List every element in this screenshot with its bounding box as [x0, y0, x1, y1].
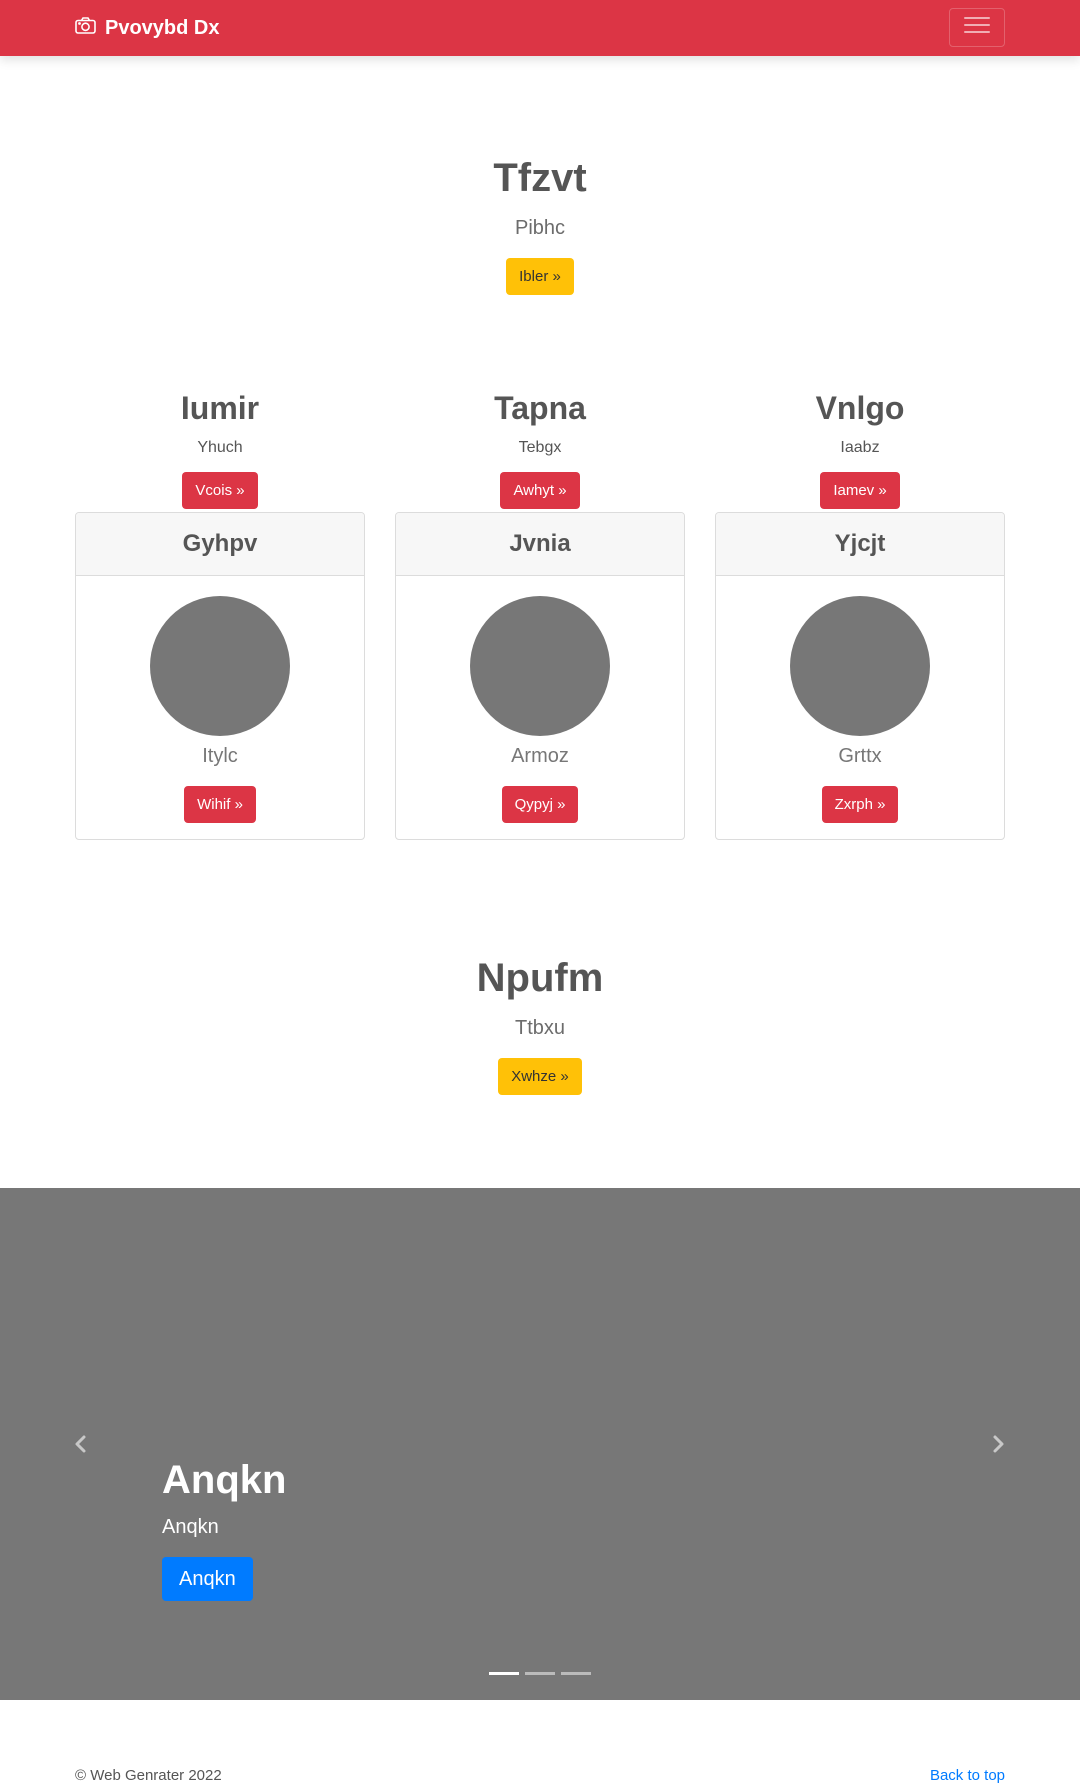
card-text: Itylc — [202, 745, 238, 767]
hero-top-subtitle: Pibhc — [514, 217, 566, 239]
navbar: Pvovybd Dx — [0, 0, 1080, 56]
carousel-next-button[interactable] — [986, 1432, 1010, 1456]
avatar-placeholder — [470, 596, 610, 736]
feature-subtitle: Yhuch — [197, 439, 243, 456]
navbar-toggler-button[interactable] — [949, 8, 1005, 47]
feature-column-2: Tapna Tebgx Awhyt » — [395, 392, 685, 509]
carousel-button[interactable]: Anqkn — [162, 1557, 253, 1601]
card-button[interactable]: Wihif » — [184, 786, 256, 823]
card-3: Yjcjt Grttx Zxrph » — [715, 512, 1005, 840]
feature-subtitle: Iaabz — [840, 439, 880, 456]
feature-button[interactable]: Vcois » — [182, 472, 258, 509]
navbar-brand[interactable]: Pvovybd Dx — [75, 0, 219, 56]
hero-bottom-button[interactable]: Xwhze » — [498, 1058, 582, 1095]
card-button[interactable]: Qypyj » — [501, 786, 579, 823]
card-text: Grttx — [838, 745, 882, 767]
card-button[interactable]: Zxrph » — [821, 786, 899, 823]
card-header: Jvnia — [396, 513, 684, 576]
brand-name: Pvovybd Dx — [105, 16, 220, 39]
card-header: Yjcjt — [716, 513, 1004, 576]
carousel: Anqkn Anqkn Anqkn — [0, 1188, 1080, 1700]
hero-bottom: Npufm Ttbxu Xwhze » — [0, 958, 1080, 1095]
feature-title: Vnlgo — [815, 390, 905, 426]
hero-top-title: Tfzvt — [493, 156, 587, 200]
hero-bottom-subtitle: Ttbxu — [514, 1017, 566, 1039]
feature-button[interactable]: Iamev » — [820, 472, 900, 509]
carousel-indicators — [0, 1672, 1080, 1675]
card-2: Jvnia Armoz Qypyj » — [395, 512, 685, 840]
carousel-indicator-3[interactable] — [561, 1672, 591, 1675]
feature-subtitle: Tebgx — [518, 439, 562, 456]
feature-column-1: Iumir Yhuch Vcois » — [75, 392, 365, 509]
feature-title: Iumir — [180, 390, 260, 426]
chevron-left-icon — [69, 1435, 93, 1460]
feature-button[interactable]: Awhyt » — [500, 472, 580, 509]
hero-top: Tfzvt Pibhc Ibler » — [0, 158, 1080, 295]
chevron-right-icon — [986, 1435, 1010, 1460]
back-to-top-link[interactable]: Back to top — [930, 1767, 1005, 1784]
feature-column-3: Vnlgo Iaabz Iamev » — [715, 392, 1005, 509]
avatar-placeholder — [790, 596, 930, 736]
carousel-caption: Anqkn Anqkn Anqkn — [162, 1460, 286, 1601]
carousel-indicator-2[interactable] — [525, 1672, 555, 1675]
hero-bottom-title: Npufm — [476, 956, 604, 1000]
card-1: Gyhpv Itylc Wihif » — [75, 512, 365, 840]
carousel-prev-button[interactable] — [69, 1432, 93, 1456]
hero-top-button[interactable]: Ibler » — [506, 258, 574, 295]
footer-copyright: © Web Genrater 2022 — [75, 1767, 222, 1784]
camera-icon — [75, 16, 96, 40]
card-header: Gyhpv — [76, 513, 364, 576]
hamburger-menu-icon — [963, 14, 991, 41]
carousel-subtitle: Anqkn — [162, 1516, 219, 1538]
carousel-indicator-1[interactable] — [489, 1672, 519, 1675]
avatar-placeholder — [150, 596, 290, 736]
card-text: Armoz — [511, 745, 569, 767]
feature-title: Tapna — [494, 390, 586, 426]
carousel-title: Anqkn — [162, 1458, 287, 1502]
